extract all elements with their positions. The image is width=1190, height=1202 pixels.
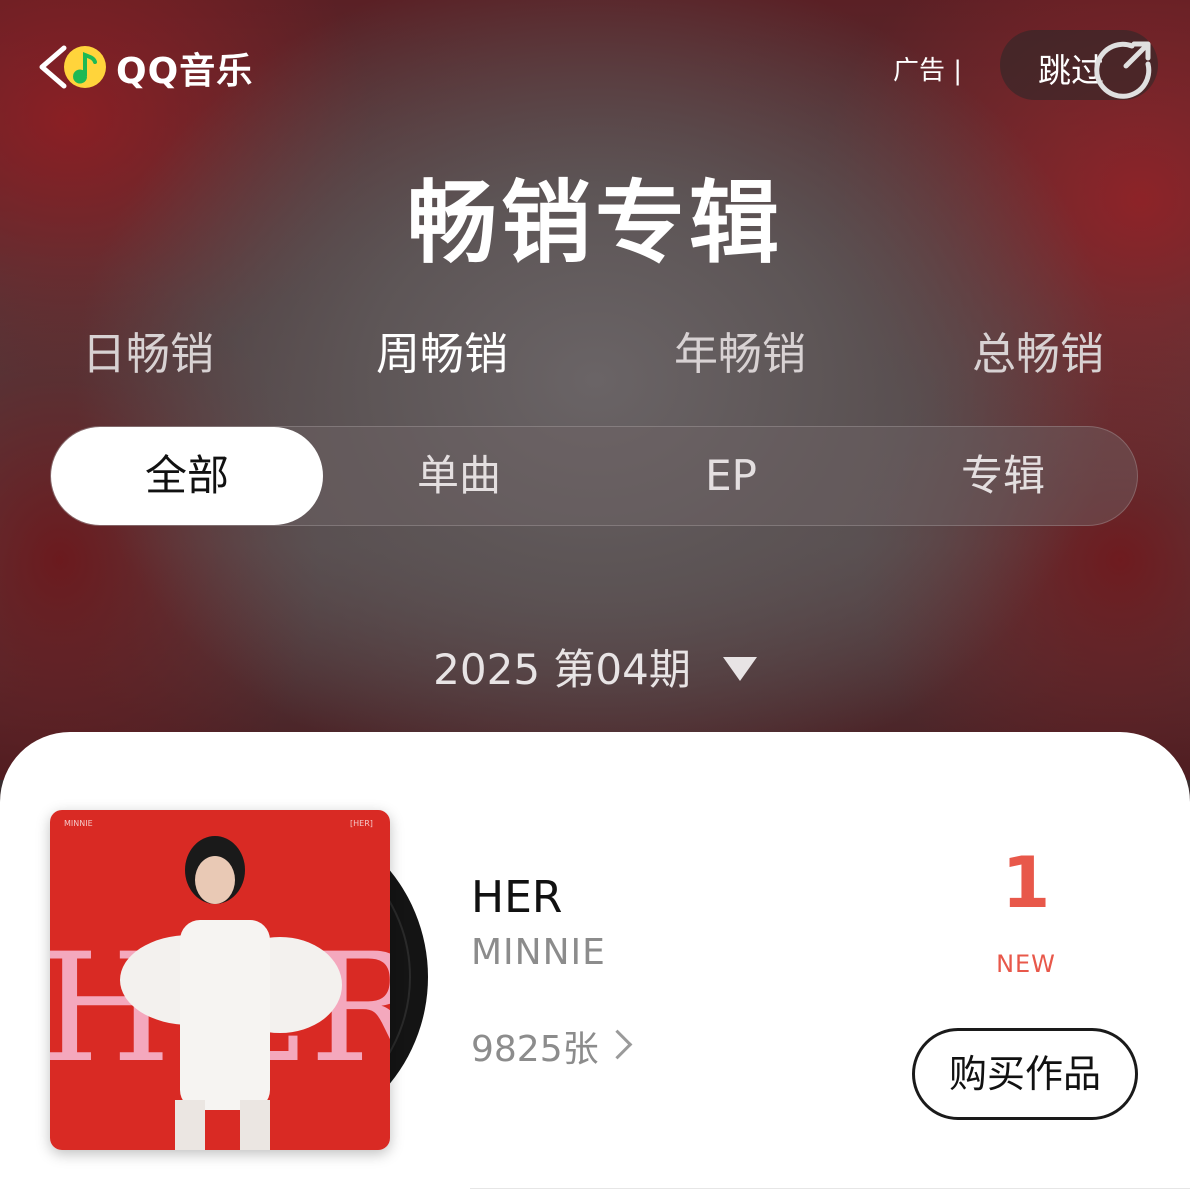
album-cover[interactable]: MINNIE [HER] H ER bbox=[50, 810, 390, 1150]
cover-artist-text: MINNIE bbox=[64, 819, 93, 828]
dropdown-caret-icon bbox=[722, 656, 757, 681]
page-title: 畅销专辑 bbox=[407, 171, 783, 276]
segment-all[interactable]: 全部 bbox=[51, 427, 323, 525]
issue-label: 2025 第04期 bbox=[433, 645, 691, 694]
chevron-right-icon bbox=[602, 1029, 632, 1060]
cover-title-text: [HER] bbox=[350, 819, 373, 828]
rank-status-badge: NEW bbox=[996, 950, 1056, 978]
tab-all-time[interactable]: 总畅销 bbox=[972, 318, 1104, 382]
album-artist[interactable]: MINNIE bbox=[471, 932, 606, 973]
sales-count: 9825张 bbox=[471, 1029, 599, 1070]
segment-single[interactable]: 单曲 bbox=[323, 427, 595, 525]
top-bar: QQ音乐 广告 | 跳过 bbox=[0, 0, 1190, 130]
tab-weekly[interactable]: 周畅销 bbox=[376, 318, 508, 382]
type-segmented-control: 全部 单曲 EP 专辑 bbox=[50, 426, 1138, 526]
skip-ad-button[interactable]: 跳过 bbox=[1000, 30, 1158, 100]
tab-yearly[interactable]: 年畅销 bbox=[674, 318, 806, 382]
segment-ep[interactable]: EP bbox=[595, 427, 867, 525]
album-title[interactable]: HER bbox=[471, 872, 562, 923]
album-list-card: MINNIE [HER] H ER HER MINNIE 9825张 1 NEW… bbox=[0, 732, 1190, 1202]
qq-music-logo-icon bbox=[64, 46, 106, 88]
app-name: QQ音乐 bbox=[116, 51, 254, 92]
period-tab-bar: 日畅销 周畅销 年畅销 总畅销 bbox=[0, 318, 1190, 380]
rank-number: 1 bbox=[1001, 842, 1051, 924]
album-sales[interactable]: 9825张 bbox=[471, 1020, 632, 1072]
ad-label: 广告 | bbox=[893, 56, 963, 86]
buy-album-button[interactable]: 购买作品 bbox=[912, 1028, 1138, 1120]
tab-daily[interactable]: 日畅销 bbox=[82, 318, 214, 382]
open-external-icon bbox=[1094, 41, 1152, 99]
segment-album[interactable]: 专辑 bbox=[867, 427, 1139, 525]
issue-selector[interactable]: 2025 第04期 bbox=[0, 636, 1190, 697]
divider bbox=[470, 1188, 1190, 1189]
